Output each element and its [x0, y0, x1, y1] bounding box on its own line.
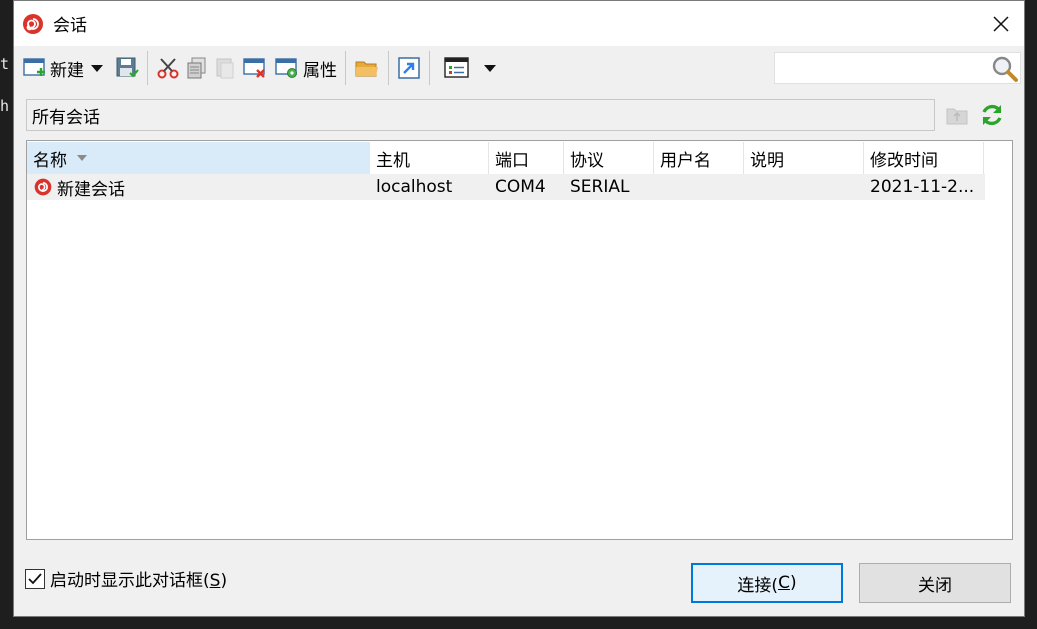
app-logo-icon — [23, 13, 43, 34]
new-session-label: 新建 — [50, 60, 84, 81]
list-header: 名称 主机 端口 协议 用户名 说明 修改时间 — [27, 142, 984, 174]
background-terminal-text: t — [0, 55, 10, 73]
column-header-protocol[interactable]: 协议 — [564, 142, 654, 174]
connect-button[interactable]: 连接(C) — [691, 563, 843, 603]
view-dropdown-icon[interactable] — [484, 64, 496, 72]
search-input[interactable] — [774, 52, 1021, 84]
shortcut-button[interactable] — [394, 52, 424, 84]
new-session-icon — [23, 58, 45, 76]
toolbar-separator — [429, 51, 430, 85]
folder-up-icon — [946, 108, 968, 125]
column-header-description[interactable]: 说明 — [744, 142, 864, 174]
checkbox-box[interactable] — [25, 568, 45, 589]
toolbar-separator — [345, 51, 346, 85]
session-port: COM4 — [495, 177, 546, 197]
copy-button[interactable] — [183, 52, 211, 84]
session-username — [654, 174, 744, 200]
show-on-startup-checkbox[interactable]: 启动时显示此对话框(S) — [25, 566, 227, 591]
refresh-button[interactable] — [979, 102, 1005, 128]
properties-label: 属性 — [303, 60, 337, 81]
session-host: localhost — [376, 177, 453, 197]
properties-icon — [275, 58, 297, 78]
session-modified: 2021-11-2... — [870, 177, 975, 197]
new-dropdown-icon[interactable] — [91, 64, 103, 72]
title-bar: 会话 — [14, 1, 1024, 46]
close-icon — [993, 16, 1009, 32]
column-header-host[interactable]: 主机 — [370, 142, 489, 174]
properties-button[interactable]: 属性 — [271, 52, 340, 84]
window-title: 会话 — [53, 16, 87, 36]
new-session-button[interactable]: 新建 — [20, 52, 106, 84]
refresh-icon — [982, 104, 1002, 126]
sort-descending-icon — [77, 155, 87, 161]
column-header-username[interactable]: 用户名 — [654, 142, 744, 174]
folder-path-bar[interactable]: 所有会话 — [26, 99, 935, 131]
toolbar-separator — [147, 51, 148, 85]
current-folder-label: 所有会话 — [32, 107, 100, 128]
column-header-name[interactable]: 名称 — [27, 142, 370, 174]
paste-button[interactable] — [211, 52, 239, 84]
delete-icon — [243, 58, 265, 78]
checkmark-icon — [28, 572, 42, 584]
column-header-port[interactable]: 端口 — [489, 142, 564, 174]
session-icon — [34, 178, 52, 196]
table-row[interactable]: 新建会话 localhost COM4 SERIAL 2021-11-2... — [27, 174, 985, 200]
session-description — [744, 174, 864, 200]
session-protocol: SERIAL — [570, 177, 630, 197]
session-name: 新建会话 — [57, 179, 125, 200]
cut-icon — [157, 58, 179, 79]
session-list[interactable]: 名称 主机 端口 协议 用户名 说明 修改时间 新建会话 localhost C… — [26, 140, 1013, 540]
copy-icon — [187, 57, 206, 79]
background-terminal-text: h — [0, 97, 10, 115]
open-folder-button[interactable] — [351, 52, 383, 84]
sessions-dialog: 会话 新建 属性 所有会话 名称 主机 端口 协议 用户名 说明 修改时间 新建… — [13, 0, 1025, 617]
cut-button[interactable] — [153, 52, 183, 84]
close-button[interactable]: 关闭 — [859, 563, 1011, 603]
save-icon — [116, 57, 139, 78]
toolbar-separator — [388, 51, 389, 85]
close-window-button[interactable] — [988, 11, 1014, 37]
folder-icon — [355, 61, 378, 77]
search-icon[interactable] — [991, 55, 1019, 83]
shortcut-icon — [398, 57, 420, 79]
folder-up-button[interactable] — [944, 102, 970, 128]
show-on-startup-label: 启动时显示此对话框(S) — [50, 571, 228, 591]
paste-icon — [216, 58, 234, 79]
delete-button[interactable] — [239, 52, 271, 84]
save-button[interactable] — [112, 52, 142, 84]
view-options-button[interactable] — [441, 52, 499, 84]
view-list-icon — [444, 57, 469, 78]
column-header-modified[interactable]: 修改时间 — [864, 142, 984, 174]
